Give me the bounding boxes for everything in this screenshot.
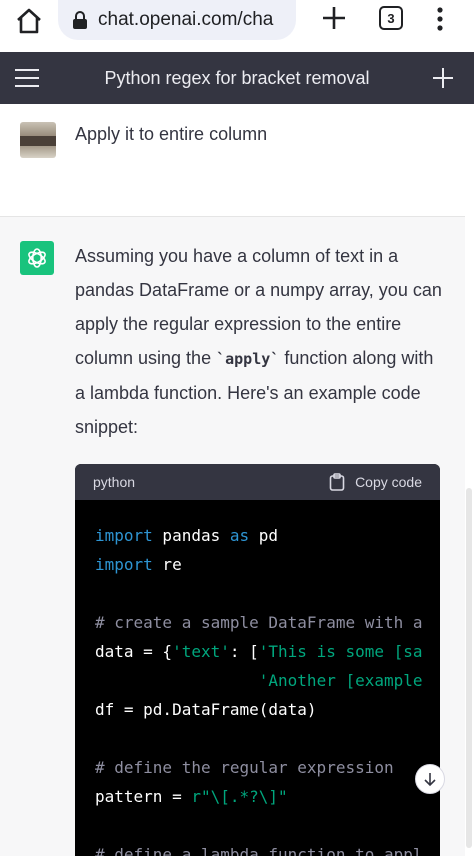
code-line: # define the regular expression bbox=[95, 753, 420, 782]
new-chat-icon[interactable] bbox=[432, 67, 454, 89]
code-string: 'Another [example bbox=[258, 671, 423, 690]
code-block-header: python Copy code bbox=[75, 464, 440, 500]
code-text: re bbox=[152, 555, 182, 574]
clipboard-icon bbox=[329, 473, 345, 491]
code-text: data = { bbox=[95, 642, 173, 661]
code-comment: # create a sample DataFrame with a bbox=[95, 613, 423, 632]
code-line: import re bbox=[95, 550, 420, 579]
copy-code-button[interactable]: Copy code bbox=[329, 473, 422, 491]
code-text: pandas bbox=[152, 526, 230, 545]
code-string: 'text' bbox=[172, 642, 230, 661]
user-message-text: Apply it to entire column bbox=[75, 124, 268, 144]
user-avatar bbox=[20, 122, 56, 158]
lock-icon bbox=[73, 11, 87, 29]
scrollbar-thumb[interactable] bbox=[466, 488, 472, 848]
tab-switcher-button[interactable]: 3 bbox=[379, 6, 403, 30]
code-keyword: as bbox=[229, 526, 250, 545]
copy-code-label: Copy code bbox=[355, 474, 422, 490]
chatgpt-logo-icon bbox=[20, 241, 54, 275]
assistant-message-text: Assuming you have a column of text in a … bbox=[75, 239, 445, 444]
assistant-message: Assuming you have a column of text in a … bbox=[0, 216, 465, 856]
code-line: pattern = r"\[.*?\]" bbox=[95, 782, 420, 811]
code-line: # create a sample DataFrame with a bbox=[95, 608, 423, 637]
code-comment: # define the regular expression bbox=[95, 758, 394, 777]
code-language: python bbox=[93, 474, 136, 490]
scroll-to-bottom-button[interactable] bbox=[415, 764, 445, 794]
code-line: 'Another [example bbox=[95, 666, 423, 695]
user-message: Apply it to entire column bbox=[0, 104, 474, 216]
code-keyword: import bbox=[95, 555, 153, 574]
code-line: df = pd.DataFrame(data) bbox=[95, 695, 420, 724]
code-text: : [ bbox=[229, 642, 259, 661]
url-text: chat.openai.com/cha bbox=[98, 9, 274, 30]
code-line: data = {'text': ['This is some [sa bbox=[95, 637, 423, 666]
code-line: import pandas as pd bbox=[95, 521, 420, 550]
code-text: pattern = bbox=[95, 787, 192, 806]
browser-toolbar: chat.openai.com/cha 3 bbox=[0, 0, 474, 52]
code-string: r"\[.*?\]" bbox=[191, 787, 288, 806]
new-tab-icon[interactable] bbox=[320, 4, 348, 32]
code-string: 'This is some [sa bbox=[258, 642, 423, 661]
chat-header: Python regex for bracket removal bbox=[0, 52, 474, 104]
code-block: python Copy code import pandas as pd impo… bbox=[75, 464, 440, 856]
address-bar[interactable]: chat.openai.com/cha bbox=[58, 0, 296, 40]
code-keyword: import bbox=[95, 526, 153, 545]
code-comment: # define a lambda function to appl bbox=[95, 845, 423, 856]
code-line: # define a lambda function to appl bbox=[95, 840, 423, 856]
chat-title: Python regex for bracket removal bbox=[104, 68, 370, 88]
code-body: import pandas as pd import re # create a s… bbox=[75, 500, 440, 856]
inline-code: `apply` bbox=[216, 350, 280, 368]
more-options-icon[interactable] bbox=[430, 6, 450, 32]
code-text: df = pd.DataFrame(data) bbox=[95, 700, 317, 719]
code-text: pd bbox=[249, 526, 279, 545]
arrow-down-icon bbox=[424, 773, 436, 787]
home-icon[interactable] bbox=[14, 6, 44, 36]
